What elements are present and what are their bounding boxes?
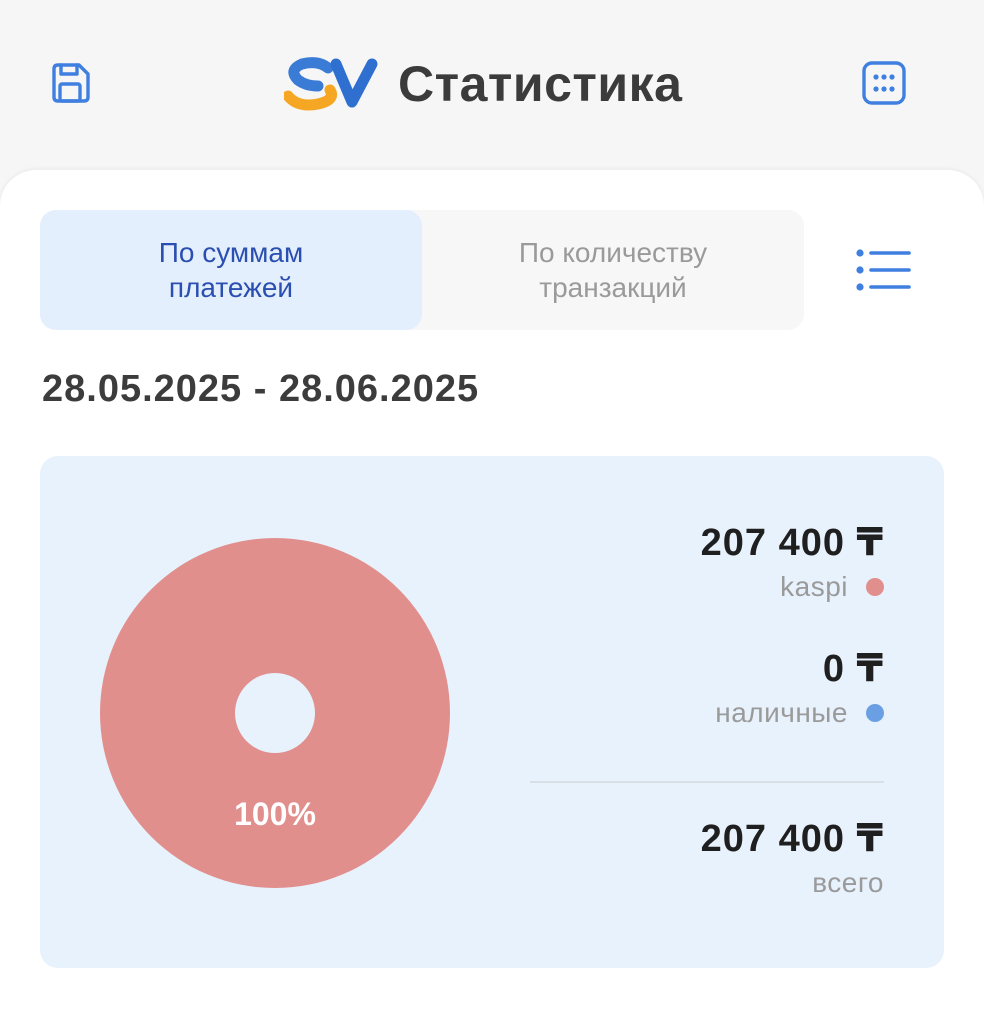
payment-stats-panel: 100% 207 400 ₸ kaspi 0 ₸ наличные 207 40… xyxy=(40,456,944,968)
kaspi-amount: 207 400 ₸ xyxy=(700,522,884,564)
kaspi-label-row: kaspi xyxy=(701,571,884,603)
legend-total: 207 400 ₸ всего xyxy=(701,816,884,899)
cash-label-row: наличные xyxy=(715,697,884,729)
legend-kaspi: 207 400 ₸ kaspi xyxy=(701,520,884,603)
grid-menu-icon xyxy=(862,61,906,105)
statistics-card: По суммам платежей По количеству транзак… xyxy=(0,170,984,1030)
donut-slice-0 xyxy=(100,538,450,888)
total-label-row: всего xyxy=(701,867,884,899)
grid-menu-button[interactable] xyxy=(858,57,910,109)
page-title: Статистика xyxy=(398,56,683,112)
donut-chart xyxy=(100,538,450,888)
metric-tabs: По суммам платежей По количеству транзак… xyxy=(40,210,804,330)
tab-by-transaction-count[interactable]: По количеству транзакций xyxy=(422,210,804,330)
save-button[interactable] xyxy=(44,57,96,109)
cash-color-dot xyxy=(866,704,884,722)
divider xyxy=(530,781,884,783)
total-amount: 207 400 ₸ xyxy=(700,818,884,860)
logo xyxy=(284,57,378,111)
date-range[interactable]: 28.05.2025 - 28.06.2025 xyxy=(42,368,479,411)
cash-label: наличные xyxy=(715,697,848,728)
tab-by-payment-sum[interactable]: По суммам платежей xyxy=(40,210,422,330)
cash-amount: 0 ₸ xyxy=(822,648,884,690)
total-label: всего xyxy=(812,867,884,898)
list-icon xyxy=(856,249,911,291)
legend-cash: 0 ₸ наличные xyxy=(715,646,884,729)
tab-label: По суммам платежей xyxy=(158,237,304,303)
header: Статистика xyxy=(0,0,984,170)
tab-label: По количеству транзакций xyxy=(518,237,708,303)
kaspi-color-dot xyxy=(866,578,884,596)
brand: Статистика xyxy=(284,52,683,116)
list-view-button[interactable] xyxy=(852,242,916,298)
save-icon xyxy=(52,63,90,103)
kaspi-label: kaspi xyxy=(780,571,848,602)
slice-percent-label: 100% xyxy=(234,796,316,832)
